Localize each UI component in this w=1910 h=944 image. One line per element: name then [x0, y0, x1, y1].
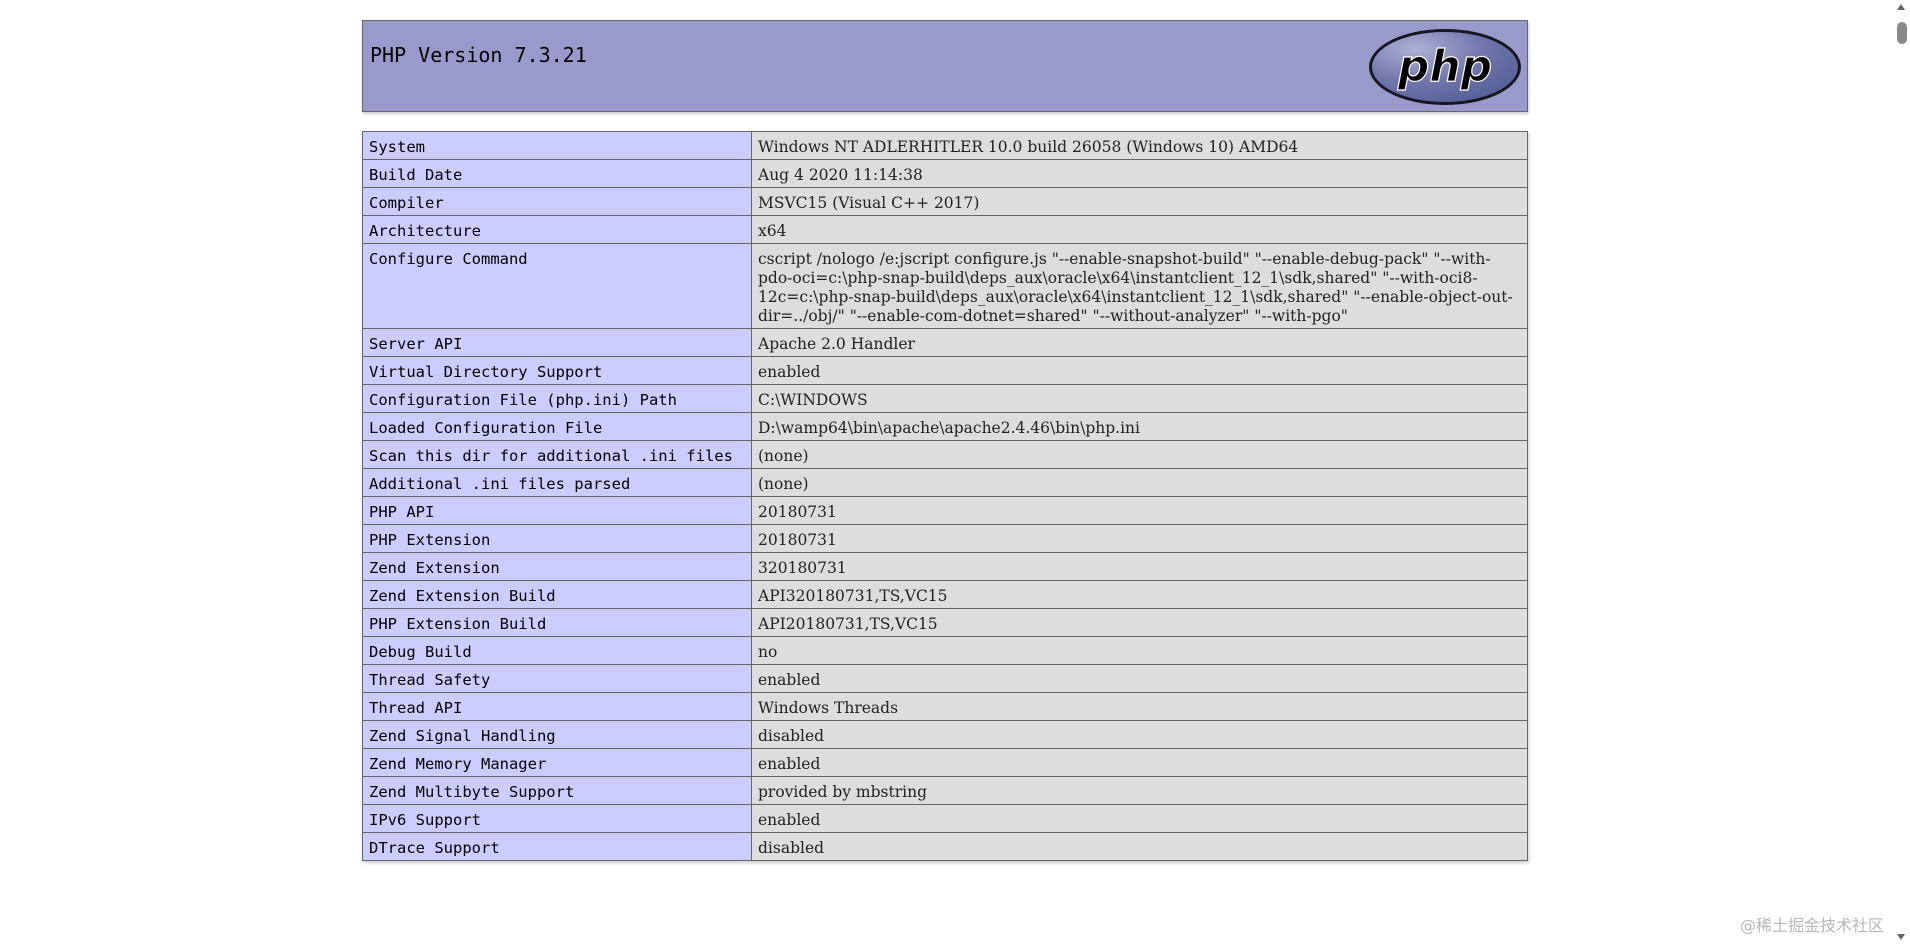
php-logo-text: php — [1397, 41, 1492, 92]
scroll-up-arrow-icon[interactable] — [1897, 4, 1905, 10]
row-key: System — [362, 131, 752, 160]
row-value: enabled — [751, 356, 1528, 385]
row-value: cscript /nologo /e:jscript configure.js … — [751, 243, 1528, 329]
table-row: DTrace Support disabled — [362, 832, 1528, 861]
row-value: MSVC15 (Visual C++ 2017) — [751, 187, 1528, 216]
table-row: Debug Build no — [362, 636, 1528, 665]
table-row: Thread Safety enabled — [362, 664, 1528, 693]
row-value: (none) — [751, 468, 1528, 497]
table-row: Configuration File (php.ini) Path C:\WIND… — [362, 384, 1528, 413]
row-key: Scan this dir for additional .ini files — [362, 440, 752, 469]
row-value: C:\WINDOWS — [751, 384, 1528, 413]
page-title: PHP Version 7.3.21 — [370, 43, 587, 67]
row-value: Windows NT ADLERHITLER 10.0 build 26058 … — [751, 131, 1528, 160]
table-row: Zend Extension 320180731 — [362, 552, 1528, 581]
row-key: PHP Extension — [362, 524, 752, 553]
watermark: @稀土掘金技术社区 — [1739, 916, 1884, 935]
row-value: API320180731,TS,VC15 — [751, 580, 1528, 609]
table-row: Zend Memory Manager enabled — [362, 748, 1528, 777]
table-row: PHP Extension Build API20180731,TS,VC15 — [362, 608, 1528, 637]
row-value: disabled — [751, 720, 1528, 749]
table-row: Scan this dir for additional .ini files(… — [362, 440, 1528, 469]
row-key: Debug Build — [362, 636, 752, 665]
table-row: Thread API Windows Threads — [362, 692, 1528, 721]
row-key: Build Date — [362, 159, 752, 188]
table-row: Zend Multibyte Support provided by mbstri… — [362, 776, 1528, 805]
row-value: 20180731 — [751, 496, 1528, 525]
row-value: enabled — [751, 748, 1528, 777]
row-key: Zend Multibyte Support — [362, 776, 752, 805]
table-row: Zend Extension Build API320180731,TS,VC15 — [362, 580, 1528, 609]
row-value: enabled — [751, 664, 1528, 693]
row-value: (none) — [751, 440, 1528, 469]
row-key: Configuration File (php.ini) Path — [362, 384, 752, 413]
scrollbar-thumb[interactable] — [1897, 22, 1907, 44]
row-value: provided by mbstring — [751, 776, 1528, 805]
row-key: Zend Memory Manager — [362, 748, 752, 777]
table-row: Additional .ini files parsed (none) — [362, 468, 1528, 497]
browser-viewport: PHP Version 7.3.21 php System Windows NT … — [0, 0, 1910, 944]
row-key: Thread API — [362, 692, 752, 721]
phpinfo-page: PHP Version 7.3.21 php System Windows NT … — [362, 20, 1528, 861]
row-key: Additional .ini files parsed — [362, 468, 752, 497]
row-value: Windows Threads — [751, 692, 1528, 721]
row-key: Virtual Directory Support — [362, 356, 752, 385]
row-key: DTrace Support — [362, 832, 752, 861]
table-row: Loaded Configuration File D:\wamp64\bin\a… — [362, 412, 1528, 441]
row-value: enabled — [751, 804, 1528, 833]
table-row: PHP API 20180731 — [362, 496, 1528, 525]
row-value: disabled — [751, 832, 1528, 861]
row-key: IPv6 Support — [362, 804, 752, 833]
row-key: Zend Signal Handling — [362, 720, 752, 749]
table-row: Build Date Aug 4 2020 11:14:38 — [362, 159, 1528, 188]
row-value: API20180731,TS,VC15 — [751, 608, 1528, 637]
row-key: PHP Extension Build — [362, 608, 752, 637]
row-value: x64 — [751, 215, 1528, 244]
table-row: IPv6 Support enabled — [362, 804, 1528, 833]
scroll-down-arrow-icon[interactable] — [1897, 934, 1905, 940]
row-value: 320180731 — [751, 552, 1528, 581]
system-info-table: System Windows NT ADLERHITLER 10.0 build … — [362, 131, 1528, 861]
table-row: PHP Extension 20180731 — [362, 524, 1528, 553]
php-version-header: PHP Version 7.3.21 php — [362, 20, 1528, 112]
table-row: Zend Signal Handling disabled — [362, 720, 1528, 749]
row-key: Loaded Configuration File — [362, 412, 752, 441]
php-logo-icon[interactable]: php — [1367, 27, 1523, 107]
row-key: Compiler — [362, 187, 752, 216]
row-value: 20180731 — [751, 524, 1528, 553]
row-key: Server API — [362, 328, 752, 357]
row-value: no — [751, 636, 1528, 665]
table-row: Compiler MSVC15 (Visual C++ 2017) — [362, 187, 1528, 216]
row-key: Architecture — [362, 215, 752, 244]
row-key: PHP API — [362, 496, 752, 525]
table-row: Server API Apache 2.0 Handler — [362, 328, 1528, 357]
row-value: Aug 4 2020 11:14:38 — [751, 159, 1528, 188]
table-row: Architecture x64 — [362, 215, 1528, 244]
table-row: Virtual Directory Support enabled — [362, 356, 1528, 385]
row-value: Apache 2.0 Handler — [751, 328, 1528, 357]
table-row: Configure Command cscript /nologo /e:jscr… — [362, 243, 1528, 329]
row-key: Zend Extension Build — [362, 580, 752, 609]
row-key: Zend Extension — [362, 552, 752, 581]
row-key: Thread Safety — [362, 664, 752, 693]
row-key: Configure Command — [362, 243, 752, 329]
table-row: System Windows NT ADLERHITLER 10.0 build … — [362, 131, 1528, 160]
vertical-scrollbar[interactable] — [1892, 0, 1910, 944]
row-value: D:\wamp64\bin\apache\apache2.4.46\bin\ph… — [751, 412, 1528, 441]
